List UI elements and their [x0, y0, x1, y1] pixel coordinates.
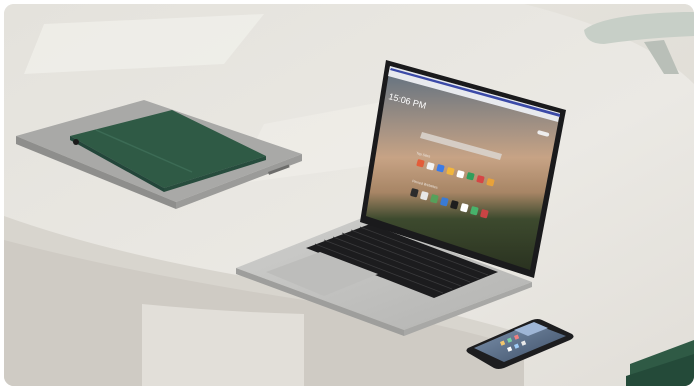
photo-frame: 15:06 PM Top Sites Pinned Websites [4, 4, 694, 386]
desk-leg [142, 304, 304, 386]
desk-scene: 15:06 PM Top Sites Pinned Websites [4, 4, 694, 386]
tablet-camera [73, 139, 79, 145]
